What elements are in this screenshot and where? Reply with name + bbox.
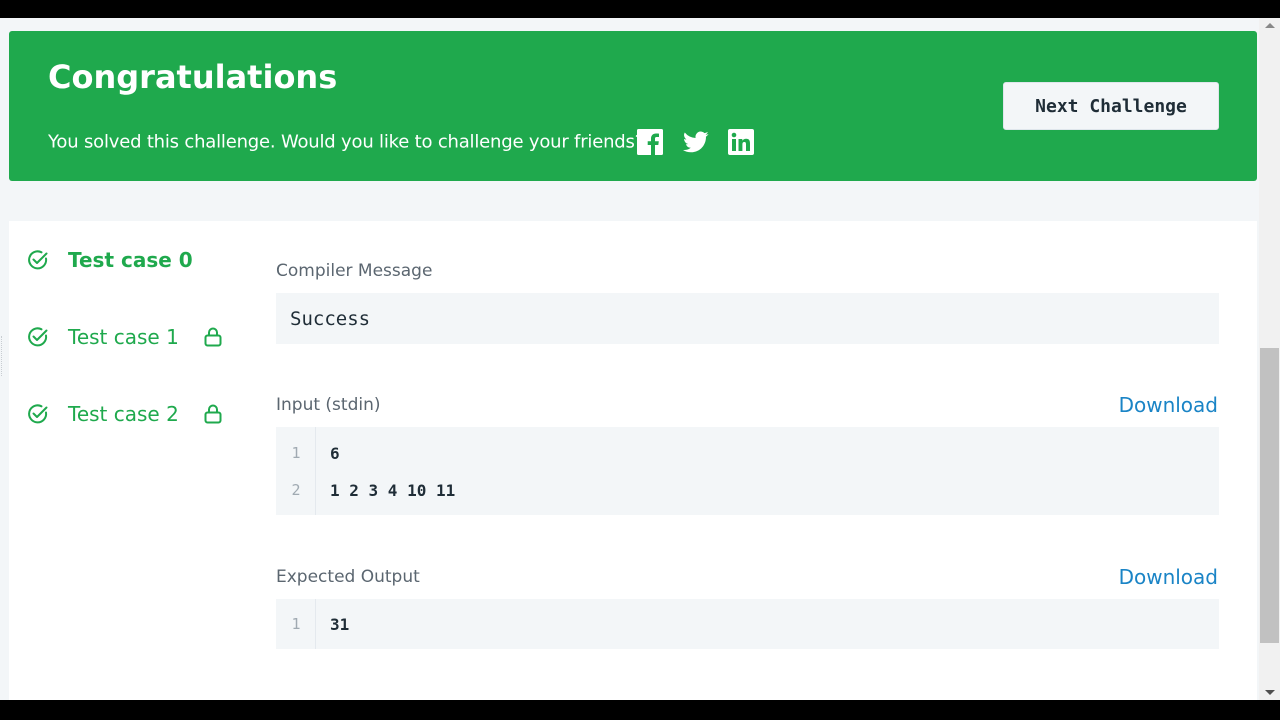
code-line: 1 6 [276, 441, 340, 465]
code-line: 1 31 [276, 612, 349, 636]
vertical-scrollbar[interactable] [1259, 18, 1280, 700]
input-download-link[interactable]: Download [1119, 393, 1218, 417]
code-line: 2 1 2 3 4 10 11 [276, 478, 455, 502]
compiler-message-box: Success [276, 293, 1219, 344]
scroll-down-arrow-icon[interactable] [1265, 690, 1275, 695]
results-panel: Test case 0 Test case 1 Test case 2 Comp… [9, 221, 1257, 700]
test-case-label: Test case 0 [68, 248, 193, 272]
input-title: Input (stdin) [276, 395, 381, 415]
banner-title: Congratulations [48, 58, 338, 96]
scrollbar-thumb[interactable] [1260, 348, 1279, 643]
test-case-0-tab[interactable]: Test case 0 [27, 245, 193, 275]
test-case-2-tab[interactable]: Test case 2 [27, 399, 222, 429]
facebook-icon[interactable] [637, 129, 663, 155]
side-drag-handle[interactable] [1, 336, 4, 376]
line-text: 6 [330, 443, 340, 463]
line-text: 31 [330, 614, 350, 634]
scroll-up-arrow-icon[interactable] [1265, 23, 1275, 28]
check-circle-icon [28, 250, 48, 270]
line-number: 1 [291, 615, 301, 633]
page-viewport: Congratulations You solved this challeng… [0, 18, 1280, 700]
linkedin-icon[interactable] [728, 129, 754, 155]
line-text: 1 2 3 4 10 11 [330, 480, 456, 500]
banner-subtitle: You solved this challenge. Would you lik… [48, 131, 645, 153]
expected-output-code-block: 1 31 [276, 599, 1219, 649]
congratulations-banner: Congratulations You solved this challeng… [9, 31, 1257, 181]
compiler-message-title: Compiler Message [276, 261, 433, 281]
check-circle-icon [28, 327, 48, 347]
line-number: 2 [291, 481, 301, 499]
next-challenge-button[interactable]: Next Challenge [1003, 82, 1219, 130]
test-case-1-tab[interactable]: Test case 1 [27, 322, 222, 352]
expected-download-link[interactable]: Download [1119, 565, 1218, 589]
lock-icon [204, 327, 222, 347]
line-number: 1 [291, 444, 301, 462]
input-code-block: 1 6 2 1 2 3 4 10 11 [276, 427, 1219, 515]
expected-output-title: Expected Output [276, 567, 420, 587]
check-circle-icon [28, 404, 48, 424]
twitter-icon[interactable] [683, 129, 709, 155]
test-case-label: Test case 1 [68, 325, 179, 349]
test-case-label: Test case 2 [68, 402, 179, 426]
lock-icon [204, 404, 222, 424]
